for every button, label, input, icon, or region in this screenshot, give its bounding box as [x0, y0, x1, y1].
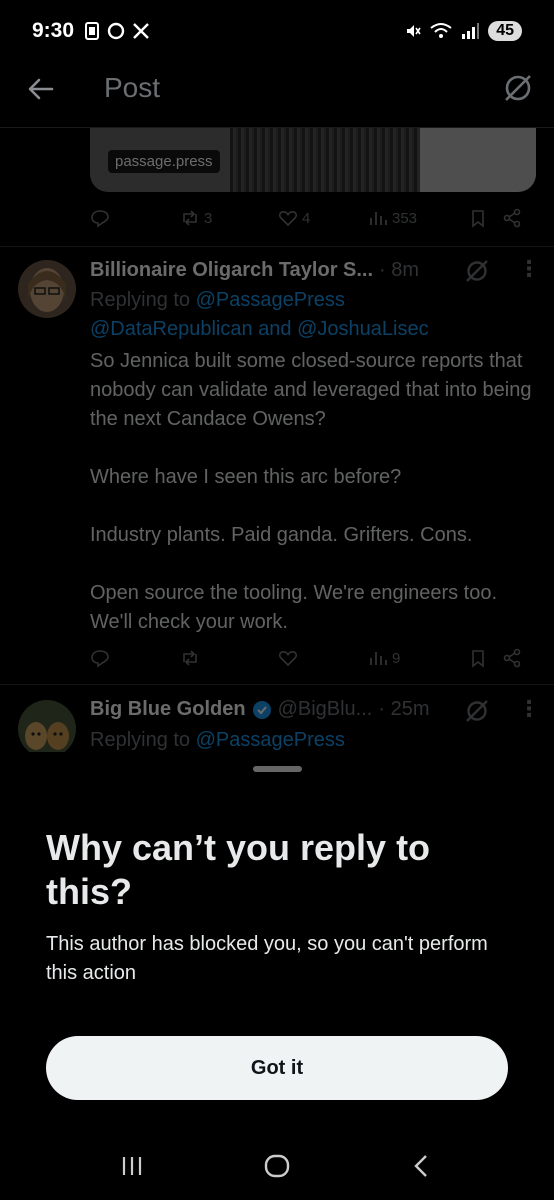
recent-apps-icon	[123, 1157, 142, 1175]
repost-button[interactable]: 3	[180, 208, 278, 228]
mention-and: and	[258, 318, 292, 340]
verified-badge-icon	[252, 700, 271, 719]
share-icon	[503, 208, 521, 228]
system-navigation-bar	[0, 1132, 554, 1200]
blocked-reply-sheet: Why can’t you reply to this? This author…	[0, 752, 554, 1132]
battery-indicator: 45	[488, 21, 522, 41]
heart-icon	[279, 651, 297, 667]
replying-to: Replying to @PassagePress	[90, 726, 530, 755]
avatar-image	[18, 700, 76, 758]
author-name[interactable]: Big Blue Golden	[90, 698, 246, 721]
views-icon	[370, 652, 387, 665]
back-arrow-icon[interactable]	[26, 74, 56, 104]
mention-link[interactable]: @DataRepublican	[90, 318, 253, 340]
card-image-edge	[420, 128, 536, 192]
back-chevron-icon	[413, 1155, 427, 1177]
sim-card-icon	[85, 22, 100, 40]
reply-paragraph: Industry plants. Paid ganda. Grifters. C…	[90, 524, 473, 546]
status-notification-icons	[84, 21, 150, 41]
signal-icon	[462, 23, 480, 39]
reply-button[interactable]	[90, 648, 180, 668]
repost-icon	[183, 210, 197, 226]
replying-prefix: Replying to	[90, 729, 191, 751]
share-icon	[503, 648, 521, 668]
link-card-image[interactable]: passage.press	[90, 128, 536, 192]
avatar[interactable]	[18, 260, 76, 318]
author-name[interactable]: Billionaire Oligarch Taylor S...	[90, 259, 373, 282]
share-button[interactable]	[502, 208, 522, 228]
mention-link[interactable]: @PassagePress	[196, 289, 345, 311]
reply-text: So Jennica built some closed-source repo…	[90, 347, 534, 637]
wifi-icon	[430, 23, 452, 38]
recent-apps-button[interactable]	[112, 1146, 152, 1186]
x-logo-icon	[133, 23, 149, 39]
divider	[0, 246, 554, 247]
home-button[interactable]	[257, 1146, 297, 1186]
timestamp: · 25m	[378, 698, 430, 720]
home-icon	[264, 1154, 290, 1178]
bookmark-button[interactable]	[468, 648, 502, 668]
sheet-description: This author has blocked you, so you can'…	[46, 933, 488, 984]
reply-icon	[91, 650, 109, 668]
more-options-icon[interactable]: ⋮	[518, 256, 540, 282]
repost-button[interactable]	[180, 648, 278, 668]
views-icon	[370, 212, 387, 225]
currency-image	[230, 128, 420, 192]
repost-count: 3	[204, 209, 213, 227]
grok-icon[interactable]	[464, 258, 490, 284]
avatar-image	[18, 260, 76, 318]
mute-icon	[407, 25, 421, 37]
top-post-actions: 3 4 353	[90, 204, 530, 232]
like-count: 4	[302, 209, 311, 227]
mention-link[interactable]: @PassagePress	[196, 729, 345, 751]
post-thread: passage.press 3 4 353 Billionaire Oligar…	[0, 128, 554, 760]
mention-link[interactable]: @JoshuaLisec	[297, 318, 428, 340]
repost-icon	[183, 650, 197, 666]
reply-button[interactable]	[90, 208, 180, 228]
reply-icon	[91, 210, 109, 228]
page-title: Post	[104, 72, 161, 103]
grok-icon[interactable]	[464, 698, 490, 724]
status-time: 9:30	[32, 19, 75, 42]
views-button[interactable]: 353	[368, 208, 468, 228]
sync-icon	[107, 22, 125, 40]
reply-actions: 9	[90, 644, 530, 672]
link-domain: passage.press	[108, 150, 220, 173]
grok-icon[interactable]	[502, 72, 534, 104]
reply-header: Billionaire Oligarch Taylor S... · 8m	[90, 259, 419, 282]
views-count: 353	[392, 209, 418, 227]
reply-paragraph: So Jennica built some closed-source repo…	[90, 350, 532, 430]
replying-to: Replying to @PassagePress @DataRepublica…	[90, 286, 530, 344]
status-bar: 9:30 45	[0, 0, 554, 62]
more-options-icon[interactable]: ⋮	[518, 696, 540, 722]
timestamp: · 8m	[379, 259, 420, 281]
like-button[interactable]: 4	[278, 208, 368, 228]
got-it-button[interactable]: Got it	[46, 1036, 508, 1100]
avatar[interactable]	[18, 700, 76, 758]
reply-header: Big Blue Golden @BigBlu... · 25m	[90, 698, 429, 721]
sheet-title: Why can’t you reply to this?	[46, 827, 431, 912]
like-button[interactable]	[278, 648, 368, 668]
top-app-bar: Post	[0, 62, 554, 128]
heart-icon	[279, 211, 297, 227]
divider	[0, 684, 554, 685]
bookmark-icon	[472, 210, 484, 228]
author-handle: @BigBlu...	[277, 698, 373, 720]
bookmark-button[interactable]	[468, 208, 502, 228]
reply-paragraph: Open source the tooling. We're engineers…	[90, 582, 498, 633]
views-button[interactable]: 9	[368, 648, 468, 668]
reply-paragraph: Where have I seen this arc before?	[90, 466, 402, 488]
replying-prefix: Replying to	[90, 289, 191, 311]
views-count: 9	[392, 649, 401, 667]
bookmark-icon	[472, 650, 484, 668]
sheet-drag-handle[interactable]	[253, 766, 302, 772]
share-button[interactable]	[502, 648, 522, 668]
back-button[interactable]	[402, 1146, 442, 1186]
